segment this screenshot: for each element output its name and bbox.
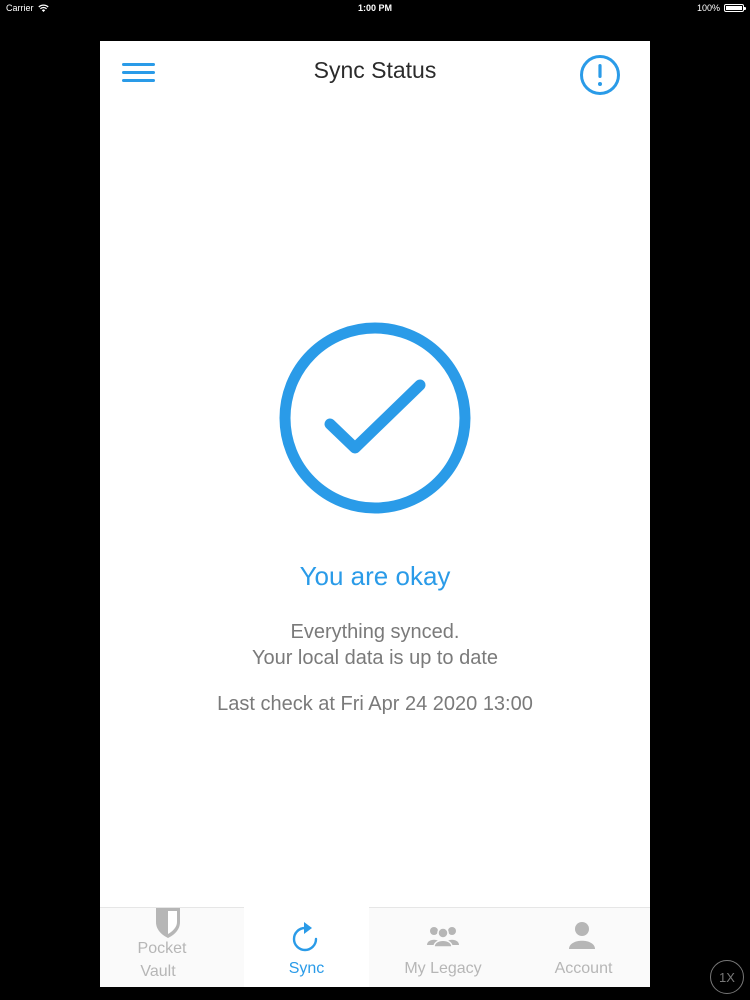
page-title: Sync Status — [313, 57, 437, 83]
clock: 1:00 PM — [357, 3, 392, 13]
hamburger-menu-icon[interactable] — [120, 59, 158, 85]
tab-account[interactable]: Account — [517, 908, 650, 987]
tab-label: Pocket — [137, 940, 187, 957]
status-bar-right: 100% — [696, 3, 746, 13]
status-bar: Carrier 1:00 PM 100% — [0, 0, 750, 16]
tab-sync[interactable]: Sync — [244, 908, 369, 987]
tab-bar: Pocket Vault Sync My Legacy Account — [100, 907, 650, 987]
tab-my-legacy[interactable]: My Legacy — [369, 908, 517, 987]
tab-label: My Legacy — [404, 960, 482, 977]
sync-status-headline: You are okay — [299, 561, 451, 591]
tab-pocket-vault[interactable]: Pocket Vault — [100, 908, 244, 987]
people-group-icon — [427, 927, 459, 947]
battery-percent: 100% — [696, 3, 720, 13]
sync-detail-line: Your local data is up to date — [251, 647, 499, 669]
battery-icon — [724, 4, 746, 12]
tab-label: Account — [554, 960, 613, 977]
shield-icon — [156, 908, 180, 938]
sync-detail-line: Everything synced. — [290, 621, 460, 643]
zoom-level-badge[interactable]: 1X — [710, 960, 744, 994]
refresh-icon — [292, 922, 318, 952]
checkmark-circle-icon — [275, 318, 475, 518]
navigation-bar: Sync Status — [100, 41, 650, 103]
person-icon — [569, 922, 595, 949]
tab-label: Vault — [140, 963, 176, 980]
app-window: Sync Status You are okay Everything sync… — [100, 41, 650, 987]
tab-label: Sync — [288, 960, 325, 977]
last-check-timestamp: Last check at Fri Apr 24 2020 13:00 — [217, 693, 533, 715]
sync-status-detail: Everything synced. Your local data is up… — [100, 619, 650, 671]
exclamation-circle-icon[interactable] — [579, 54, 621, 96]
